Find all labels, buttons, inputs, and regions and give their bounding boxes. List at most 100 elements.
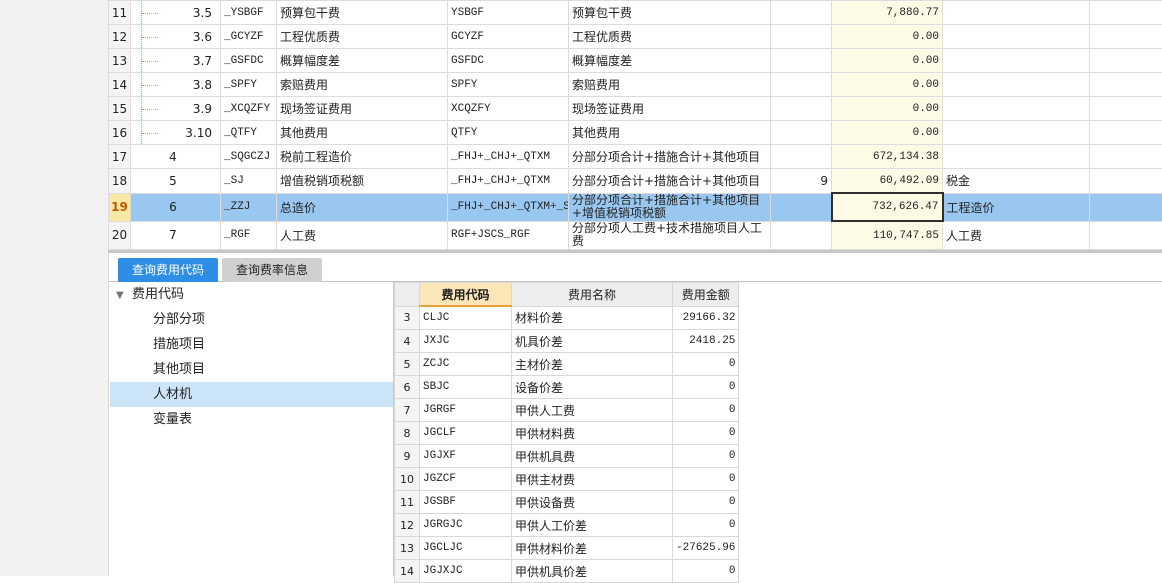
- row-fee-name[interactable]: 概算幅度差: [277, 49, 448, 73]
- row-fee-name[interactable]: 预算包干费: [277, 1, 448, 25]
- tree-item[interactable]: 其他项目: [110, 357, 393, 382]
- row-fee-type[interactable]: [943, 49, 1090, 73]
- cell-fee-code[interactable]: CLJC: [420, 306, 512, 330]
- table-row[interactable]: 10JGZCF甲供主材费0: [395, 468, 739, 491]
- row-calc-base[interactable]: SPFY: [448, 73, 569, 97]
- fee-row[interactable]: 185_SJ增值税销项税额_FHJ+_CHJ+_QTXM分部分项合计+措施合计+…: [109, 169, 1162, 194]
- row-seq[interactable]: 3.9: [131, 97, 221, 121]
- cell-fee-code[interactable]: JGCLF: [420, 422, 512, 445]
- row-fee-type[interactable]: [943, 73, 1090, 97]
- row-base-desc[interactable]: 分部分项人工费+技术措施项目人工费: [569, 221, 771, 249]
- table-row[interactable]: 11JGSBF甲供设备费0: [395, 491, 739, 514]
- row-fee-code[interactable]: _YSBGF: [221, 1, 277, 25]
- cell-fee-name[interactable]: 甲供人工费: [512, 399, 673, 422]
- col-header-fee-amount[interactable]: 费用金额: [673, 283, 739, 307]
- row-fee-code[interactable]: _QTFY: [221, 121, 277, 145]
- table-row[interactable]: 4JXJC机具价差2418.25: [395, 330, 739, 353]
- row-number[interactable]: 15: [109, 97, 131, 121]
- tree-root-fee-code[interactable]: ▼费用代码: [110, 282, 393, 307]
- table-row[interactable]: 6SBJC设备价差0: [395, 376, 739, 399]
- fee-row[interactable]: 207_RGF人工费RGF+JSCS_RGF分部分项人工费+技术措施项目人工费1…: [109, 221, 1162, 249]
- cell-fee-name[interactable]: 甲供材料价差: [512, 537, 673, 560]
- cell-fee-amount[interactable]: 0: [673, 376, 739, 399]
- row-calc-base[interactable]: RGF+JSCS_RGF: [448, 221, 569, 249]
- col-header-fee-code[interactable]: 费用代码: [420, 283, 512, 307]
- table-row[interactable]: 14JGJXJC甲供机具价差0: [395, 560, 739, 583]
- row-fee-name[interactable]: 工程优质费: [277, 25, 448, 49]
- row-base-desc[interactable]: 工程优质费: [569, 25, 771, 49]
- row-calc-base[interactable]: QTFY: [448, 121, 569, 145]
- fee-row[interactable]: 143.8_SPFY索赔费用SPFY索赔费用0.00: [109, 73, 1162, 97]
- row-number[interactable]: 7: [395, 399, 420, 422]
- cell-fee-amount[interactable]: 0: [673, 422, 739, 445]
- row-fee-name[interactable]: 总造价: [277, 193, 448, 221]
- cell-fee-code[interactable]: JGSBF: [420, 491, 512, 514]
- row-number[interactable]: 4: [395, 330, 420, 353]
- row-rate[interactable]: [771, 121, 832, 145]
- cell-fee-code[interactable]: JGZCF: [420, 468, 512, 491]
- cell-fee-amount[interactable]: 0: [673, 445, 739, 468]
- row-seq[interactable]: 5: [131, 169, 221, 194]
- cell-fee-name[interactable]: 甲供材料费: [512, 422, 673, 445]
- row-fee-name[interactable]: 现场签证费用: [277, 97, 448, 121]
- row-calc-base[interactable]: GSFDC: [448, 49, 569, 73]
- tree-item[interactable]: 变量表: [110, 407, 393, 432]
- cell-fee-name[interactable]: 材料价差: [512, 306, 673, 330]
- row-fee-code[interactable]: _GCYZF: [221, 25, 277, 49]
- row-fee-code[interactable]: _ZZJ: [221, 193, 277, 221]
- fee-row[interactable]: 196_ZZJ总造价_FHJ+_CHJ+_QTXM+_SJ分部分项合计+措施合计…: [109, 193, 1162, 221]
- row-number[interactable]: 11: [395, 491, 420, 514]
- row-amount[interactable]: 672,134.38: [832, 145, 943, 169]
- row-number[interactable]: 8: [395, 422, 420, 445]
- row-fee-type[interactable]: [943, 145, 1090, 169]
- row-seq[interactable]: 3.6: [131, 25, 221, 49]
- fee-row[interactable]: 133.7_GSFDC概算幅度差GSFDC概算幅度差0.00: [109, 49, 1162, 73]
- row-fee-code[interactable]: _SQGCZJ: [221, 145, 277, 169]
- row-fee-code[interactable]: _RGF: [221, 221, 277, 249]
- cell-fee-amount[interactable]: 0: [673, 491, 739, 514]
- fee-row[interactable]: 174_SQGCZJ税前工程造价_FHJ+_CHJ+_QTXM分部分项合计+措施…: [109, 145, 1162, 169]
- table-row[interactable]: 8JGCLF甲供材料费0: [395, 422, 739, 445]
- row-calc-base[interactable]: _FHJ+_CHJ+_QTXM+_SJ: [448, 193, 569, 221]
- row-base-desc[interactable]: 分部分项合计+措施合计+其他项目: [569, 169, 771, 194]
- row-number[interactable]: 18: [109, 169, 131, 194]
- row-fee-type[interactable]: [943, 97, 1090, 121]
- row-number[interactable]: 3: [395, 306, 420, 330]
- row-extra[interactable]: [1090, 49, 1162, 73]
- cell-fee-code[interactable]: JGRGF: [420, 399, 512, 422]
- row-fee-type[interactable]: 税金: [943, 169, 1090, 194]
- row-extra[interactable]: [1090, 25, 1162, 49]
- cell-fee-name[interactable]: 甲供机具费: [512, 445, 673, 468]
- chevron-down-icon[interactable]: ▼: [116, 283, 126, 308]
- row-extra[interactable]: [1090, 193, 1162, 221]
- row-seq[interactable]: 3.7: [131, 49, 221, 73]
- cell-fee-code[interactable]: SBJC: [420, 376, 512, 399]
- row-number[interactable]: 5: [395, 353, 420, 376]
- row-fee-code[interactable]: _GSFDC: [221, 49, 277, 73]
- row-number[interactable]: 12: [109, 25, 131, 49]
- row-extra[interactable]: [1090, 121, 1162, 145]
- row-extra[interactable]: [1090, 97, 1162, 121]
- row-amount[interactable]: 732,626.47: [832, 193, 943, 221]
- cell-fee-code[interactable]: JGJXF: [420, 445, 512, 468]
- row-fee-name[interactable]: 其他费用: [277, 121, 448, 145]
- row-fee-name[interactable]: 人工费: [277, 221, 448, 249]
- table-row[interactable]: 13JGCLJC甲供材料价差-27625.96: [395, 537, 739, 560]
- row-number[interactable]: 17: [109, 145, 131, 169]
- cell-fee-name[interactable]: 设备价差: [512, 376, 673, 399]
- row-fee-type[interactable]: [943, 25, 1090, 49]
- row-extra[interactable]: [1090, 1, 1162, 25]
- row-rate[interactable]: [771, 1, 832, 25]
- cell-fee-code[interactable]: JXJC: [420, 330, 512, 353]
- row-number[interactable]: 20: [109, 221, 131, 249]
- cell-fee-name[interactable]: 甲供人工价差: [512, 514, 673, 537]
- cell-fee-amount[interactable]: 0: [673, 514, 739, 537]
- row-fee-name[interactable]: 税前工程造价: [277, 145, 448, 169]
- cell-fee-name[interactable]: 甲供机具价差: [512, 560, 673, 583]
- table-row[interactable]: 3CLJC材料价差29166.32: [395, 306, 739, 330]
- cell-fee-amount[interactable]: 0: [673, 468, 739, 491]
- fee-row[interactable]: 113.5_YSBGF预算包干费YSBGF预算包干费7,880.77: [109, 1, 1162, 25]
- cell-fee-code[interactable]: JGJXJC: [420, 560, 512, 583]
- row-number[interactable]: 12: [395, 514, 420, 537]
- table-row[interactable]: 5ZCJC主材价差0: [395, 353, 739, 376]
